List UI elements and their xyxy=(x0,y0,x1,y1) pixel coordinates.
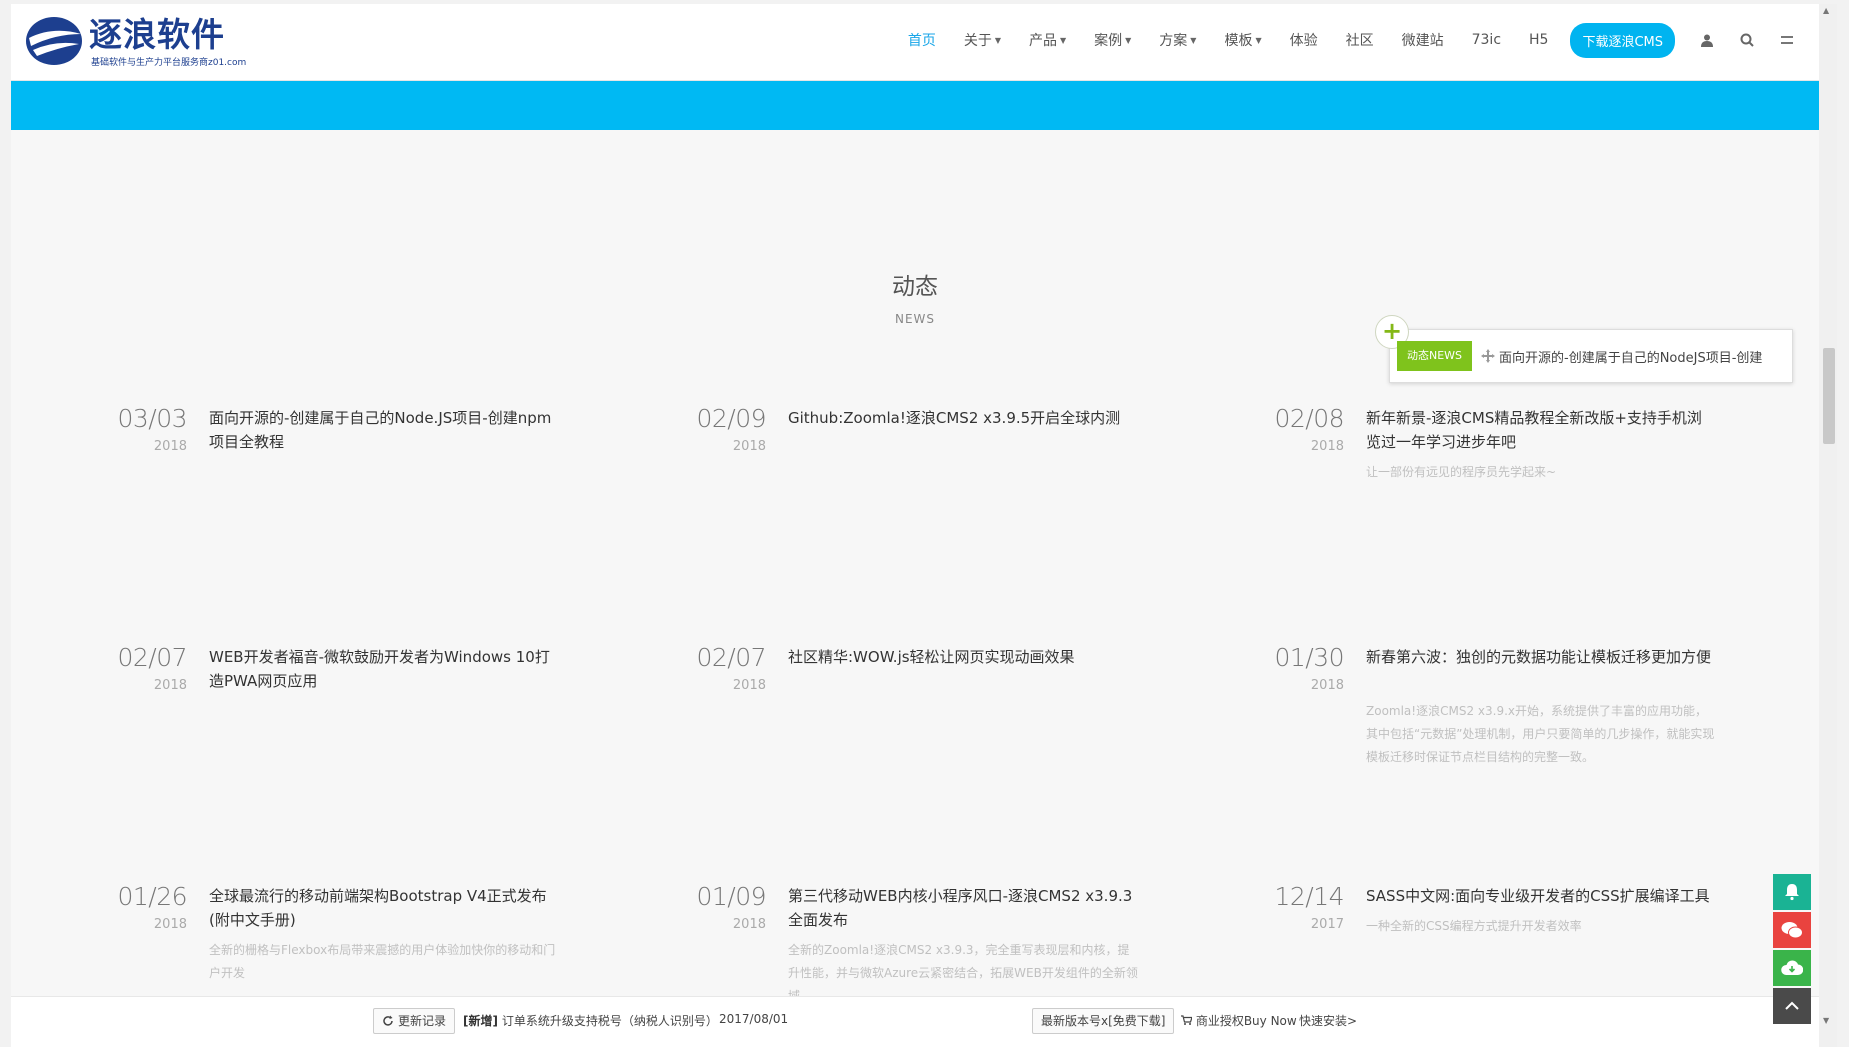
nav-item-cases[interactable]: 案例 ▼ xyxy=(1094,30,1131,50)
logo[interactable]: 逐浪软件 基础软件与生产力平台服务商z01.com xyxy=(25,12,247,72)
news-desc: 让一部份有远见的程序员先学起来~ xyxy=(1366,465,1557,479)
nav-label: 案例 xyxy=(1094,33,1123,49)
news-year: 2018 xyxy=(153,678,187,693)
nav-item-solutions[interactable]: 方案 ▼ xyxy=(1159,30,1196,50)
banner-strip xyxy=(11,81,1819,130)
menu-icon[interactable] xyxy=(1779,32,1795,48)
latest-version-button[interactable]: 最新版本号x[免费下载] xyxy=(1032,1008,1175,1034)
news-year: 2018 xyxy=(732,917,766,932)
news-title[interactable]: Github:Zoomla!逐浪CMS2 x3.9.5开启全球内测 xyxy=(788,406,1148,430)
changelog-label: 更新记录 xyxy=(398,1014,447,1028)
notice-date: 2017/08/01 xyxy=(719,1012,789,1026)
scroll-up-arrow-icon[interactable]: ▲ xyxy=(1823,6,1829,15)
news-date: 12/14 xyxy=(1274,882,1344,911)
logo-name: 逐浪软件 xyxy=(89,15,225,54)
news-year: 2018 xyxy=(732,439,766,454)
nav-label: 方案 xyxy=(1159,33,1188,49)
news-date: 01/09 xyxy=(696,882,766,911)
logo-tagline: 基础软件与生产力平台服务商z01.com xyxy=(91,58,247,68)
news-title[interactable]: 新春第六波：独创的元数据功能让模板迁移更加方便 xyxy=(1366,645,1716,669)
nav-item-products[interactable]: 产品 ▼ xyxy=(1029,30,1066,50)
changelog-button[interactable]: 更新记录 xyxy=(373,1008,456,1034)
section-title: 动态 xyxy=(892,274,938,300)
page: 逐浪软件 基础软件与生产力平台服务商z01.com 首页 关于 ▼ 产品 ▼ 案例 ▼… xyxy=(11,4,1819,1047)
news-date: 03/03 xyxy=(117,404,187,433)
nav-label: H5 xyxy=(1529,32,1549,48)
nav-item-h5[interactable]: H5 xyxy=(1529,32,1548,48)
chevron-down-icon: ▼ xyxy=(1255,35,1262,45)
news-title[interactable]: 新年新景-逐浪CMS精品教程全新改版+支持手机浏览过一年学习进步年吧 xyxy=(1366,406,1716,454)
nav-item-73ic[interactable]: 73ic xyxy=(1472,32,1501,48)
news-date: 01/26 xyxy=(117,882,187,911)
news-title[interactable]: SASS中文网:面向专业级开发者的CSS扩展编译工具 xyxy=(1366,884,1726,908)
news-desc: 全新的栅格与Flexbox布局带来震撼的用户体验加快你的移动和门户开发 xyxy=(209,943,556,980)
chevron-down-icon: ▼ xyxy=(994,35,1001,45)
buy-label: 商业授权Buy Now xyxy=(1195,1014,1297,1028)
nav-item-home[interactable]: 首页 xyxy=(908,30,936,50)
move-icon[interactable] xyxy=(1481,349,1495,363)
quick-install-link[interactable]: 快速安装> xyxy=(1299,1012,1357,1029)
download-cms-button[interactable]: 下载逐浪CMS xyxy=(1570,22,1675,58)
notice-tag: [新增] xyxy=(463,1014,498,1028)
news-date: 02/07 xyxy=(696,643,766,672)
news-desc: Zoomla!逐浪CMS2 x3.9.x开始，系统提供了丰富的应用功能，其中包括… xyxy=(1366,704,1715,764)
nav-label: 微建站 xyxy=(1401,33,1444,49)
scrollbar[interactable] xyxy=(1819,4,1837,1047)
notice-text: 订单系统升级支持税号（纳税人识别号） xyxy=(501,1014,718,1028)
nav-item-community[interactable]: 社区 xyxy=(1346,30,1374,50)
bell-icon[interactable] xyxy=(1773,874,1811,910)
nav-item-about[interactable]: 关于 ▼ xyxy=(964,30,1001,50)
section-subtitle: NEWS xyxy=(894,312,936,326)
news-title[interactable]: WEB开发者福音-微软鼓励开发者为Windows 10打造PWA网页应用 xyxy=(209,645,559,693)
nav-label: 73ic xyxy=(1471,32,1502,48)
edit-widget-tag[interactable]: 动态NEWS xyxy=(1397,341,1473,371)
news-title[interactable]: 全球最流行的移动前端架构Bootstrap V4正式发布(附中文手册) xyxy=(209,884,559,932)
news-year: 2018 xyxy=(153,439,187,454)
nav-item-templates[interactable]: 模板 ▼ xyxy=(1224,30,1261,50)
news-date: 01/30 xyxy=(1274,643,1344,672)
site-header: 逐浪软件 基础软件与生产力平台服务商z01.com 首页 关于 ▼ 产品 ▼ 案例 ▼… xyxy=(11,4,1819,81)
news-year: 2017 xyxy=(1310,917,1344,932)
nav-label: 首页 xyxy=(907,33,936,49)
nav-item-experience[interactable]: 体验 xyxy=(1290,30,1318,50)
nav-label: 产品 xyxy=(1028,33,1057,49)
nav-label: 社区 xyxy=(1345,33,1374,49)
news-year: 2018 xyxy=(1310,439,1344,454)
news-title[interactable]: 第三代移动WEB内核小程序风口-逐浪CMS2 x3.9.3全面发布 xyxy=(788,884,1138,932)
bottom-notice-bar: 更新记录 [新增] 订单系统升级支持税号（纳税人识别号） 2017/08/01 … xyxy=(11,996,1819,1047)
nav-label: 关于 xyxy=(963,33,992,49)
buy-link[interactable]: 商业授权Buy Now xyxy=(1181,1012,1297,1029)
nav-item-micro-site[interactable]: 微建站 xyxy=(1402,30,1444,50)
edit-widget-text: 面向开源的-创建属于自己的NodeJS项目-创建 xyxy=(1499,351,1763,366)
nav-label: 体验 xyxy=(1289,33,1318,49)
news-title[interactable]: 面向开源的-创建属于自己的Node.JS项目-创建npm项目全教程 xyxy=(209,406,559,454)
back-to-top-icon[interactable] xyxy=(1773,988,1811,1024)
search-icon[interactable] xyxy=(1739,32,1755,48)
news-year: 2018 xyxy=(153,917,187,932)
notice[interactable]: [新增] 订单系统升级支持税号（纳税人识别号） xyxy=(463,1012,718,1029)
user-icon[interactable] xyxy=(1699,32,1715,48)
refresh-icon xyxy=(383,1015,393,1026)
nav-label: 模板 xyxy=(1224,33,1253,49)
cart-icon xyxy=(1181,1015,1193,1025)
cloud-download-icon[interactable] xyxy=(1773,950,1811,986)
news-date: 02/08 xyxy=(1274,404,1344,433)
logo-mark-icon xyxy=(26,17,82,65)
chevron-down-icon: ▼ xyxy=(1059,35,1067,45)
news-desc: 一种全新的CSS编程方式提升开发者效率 xyxy=(1366,919,1582,933)
chevron-down-icon: ▼ xyxy=(1125,35,1132,45)
news-date: 02/07 xyxy=(117,643,187,672)
news-title[interactable]: 社区精华:WOW.js轻松让网页实现动画效果 xyxy=(788,645,1138,669)
main-nav: 首页 关于 ▼ 产品 ▼ 案例 ▼ 方案 ▼ 模板 ▼ 体验 社区 微建站 73ic H5… xyxy=(894,22,1807,58)
news-date: 02/09 xyxy=(696,404,766,433)
scroll-down-arrow-icon[interactable]: ▼ xyxy=(1823,1016,1829,1025)
news-year: 2018 xyxy=(732,678,766,693)
news-year: 2018 xyxy=(1310,678,1344,693)
scrollbar-thumb[interactable] xyxy=(1823,348,1835,444)
chevron-down-icon: ▼ xyxy=(1190,35,1197,45)
wechat-icon[interactable] xyxy=(1773,912,1811,948)
